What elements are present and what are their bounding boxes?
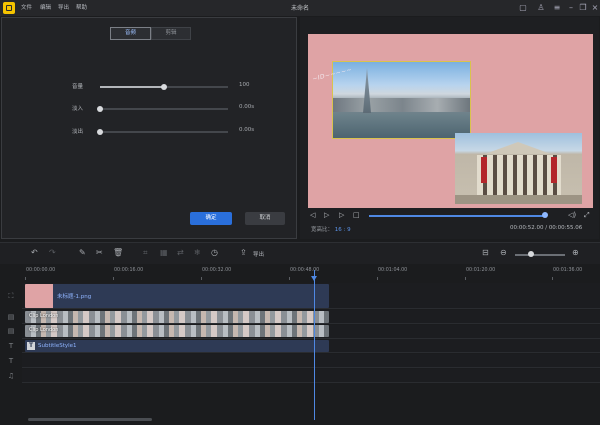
image-clip-thumbnail	[25, 284, 53, 308]
video-track-icon: ▤	[7, 313, 15, 321]
video-clip-1[interactable]: Clip London	[25, 311, 329, 323]
freeze-icon[interactable]: ❄	[194, 248, 201, 258]
aspect-ratio[interactable]: 宽高比： 16 : 9	[311, 225, 351, 233]
video-clip-2[interactable]: Clip London	[25, 325, 329, 337]
mosaic-icon[interactable]: ▦	[160, 248, 168, 258]
preview-panel: ~ID~~~~~	[300, 17, 599, 239]
ruler-label: 00:01:20.00	[466, 268, 496, 273]
play-icon[interactable]: ▷	[324, 211, 329, 219]
delete-icon[interactable]: 🗑	[113, 248, 123, 258]
playhead-handle[interactable]	[311, 276, 317, 281]
preview-canvas[interactable]: ~ID~~~~~	[308, 34, 593, 208]
aspect-ratio-value[interactable]: 16 : 9	[335, 227, 351, 233]
seek-knob[interactable]	[542, 212, 548, 218]
fade-out-slider[interactable]	[97, 129, 228, 135]
fade-in-slider-knob[interactable]	[97, 106, 103, 112]
volume-slider-fill	[100, 86, 164, 88]
text-track[interactable]	[22, 354, 600, 368]
menu-file[interactable]: 文件	[21, 3, 32, 11]
ruler-label: 00:01:04.00	[378, 268, 408, 273]
cut-icon[interactable]: ✂	[96, 248, 103, 258]
menu-export[interactable]: 导出	[58, 3, 69, 11]
volume-slider-knob[interactable]	[161, 84, 167, 90]
minimize-icon[interactable]: –	[566, 3, 576, 13]
ruler-label: 00:00:00.00	[26, 268, 56, 273]
close-icon[interactable]: ×	[590, 3, 600, 13]
image-clip[interactable]: 未标题-1.png	[25, 284, 329, 308]
undo-icon[interactable]: ↶	[31, 248, 38, 258]
fade-out-value: 0.00s	[239, 127, 255, 133]
time-total: 00:00:55.06	[548, 225, 583, 231]
fullscreen-icon[interactable]: ⤢	[584, 211, 590, 219]
edit-icon[interactable]: ✎	[79, 248, 86, 258]
menu-edit[interactable]: 编辑	[40, 3, 51, 11]
tab-audio[interactable]: 音频	[110, 27, 151, 40]
text-track-icon: T	[8, 357, 14, 365]
user-icon[interactable]: ♙	[536, 3, 546, 13]
time-current: 00:00:52.00	[510, 225, 544, 231]
fit-icon[interactable]: ⊟	[482, 248, 489, 258]
aspect-ratio-label: 宽高比：	[311, 227, 334, 233]
chat-icon[interactable]: ▢	[518, 3, 528, 13]
duration-icon[interactable]: ◷	[211, 248, 218, 258]
menu-help[interactable]: 帮助	[76, 3, 87, 11]
volume-value: 100	[239, 82, 250, 88]
step-back-icon[interactable]: ◁	[310, 211, 315, 219]
zoom-knob[interactable]	[528, 251, 534, 257]
ruler-label: 00:01:36.00	[553, 268, 583, 273]
ruler-label: 00:00:32.00	[202, 268, 232, 273]
fade-in-slider[interactable]	[97, 106, 228, 112]
image-track-icon: ⛶	[8, 292, 14, 300]
confirm-button[interactable]: 确定	[190, 212, 232, 225]
fade-in-value: 0.00s	[239, 104, 255, 110]
museum-facade-image[interactable]	[455, 133, 582, 204]
window-title: 未命名	[290, 5, 309, 12]
title-bar: 文件 编辑 导出 帮助 未命名 ▢ ♙ ≡ – ❐ ×	[0, 0, 600, 16]
music-track-icon: ♫	[7, 372, 15, 380]
zoom-slider[interactable]	[515, 254, 565, 256]
export-label[interactable]: 导出	[253, 250, 264, 258]
transition-icon[interactable]: ⇄	[177, 248, 184, 258]
music-track[interactable]	[22, 369, 600, 383]
audio-properties-panel: 音频 剪辑 音量 100 淡入 0.00s 淡出 0.00s	[1, 17, 297, 239]
time-separator: /	[545, 225, 548, 231]
seek-bar[interactable]	[369, 215, 545, 217]
volume-slider[interactable]	[100, 84, 228, 90]
video-clip-label: Clip London	[29, 313, 59, 319]
timeline-toolbar	[0, 242, 600, 264]
app-window: 文件 编辑 导出 帮助 未命名 ▢ ♙ ≡ – ❐ × 音频 剪辑 音量 100…	[0, 0, 600, 425]
step-forward-icon[interactable]: ▷	[339, 211, 344, 219]
subtitle-track-icon: T	[8, 342, 14, 350]
image-clip-label: 未标题-1.png	[57, 294, 92, 300]
fade-out-label: 淡出	[72, 129, 84, 135]
redo-icon[interactable]: ↷	[49, 248, 56, 258]
zoom-out-icon[interactable]: ⊖	[500, 248, 507, 258]
playhead[interactable]	[314, 270, 315, 420]
fade-out-slider-knob[interactable]	[97, 129, 103, 135]
tab-clip[interactable]: 剪辑	[151, 27, 191, 40]
subtitle-clip[interactable]: T SubtitleStyle1	[25, 340, 329, 352]
export-icon[interactable]: ⇪	[240, 248, 247, 258]
fade-in-label: 淡入	[72, 106, 84, 112]
cancel-button[interactable]: 取消	[245, 212, 285, 225]
timecode: 00:00:52.00 / 00:00:55.06	[510, 225, 582, 231]
app-logo-icon	[3, 2, 15, 14]
volume-icon[interactable]: ◁)	[568, 211, 576, 219]
subtitle-clip-label: SubtitleStyle1	[38, 343, 77, 349]
crop-icon[interactable]: ⌗	[143, 248, 148, 258]
video-clip-label: Clip London	[29, 327, 59, 333]
text-icon: T	[27, 342, 35, 350]
video-track-icon: ▤	[7, 327, 15, 335]
zoom-in-icon[interactable]: ⊕	[572, 248, 579, 258]
timeline-scrollbar[interactable]	[28, 418, 152, 421]
menu-icon[interactable]: ≡	[552, 3, 562, 13]
restore-icon[interactable]: ❐	[578, 3, 588, 13]
volume-label: 音量	[72, 84, 84, 90]
ruler-label: 00:00:16.00	[114, 268, 144, 273]
stop-icon[interactable]: □	[353, 211, 360, 219]
